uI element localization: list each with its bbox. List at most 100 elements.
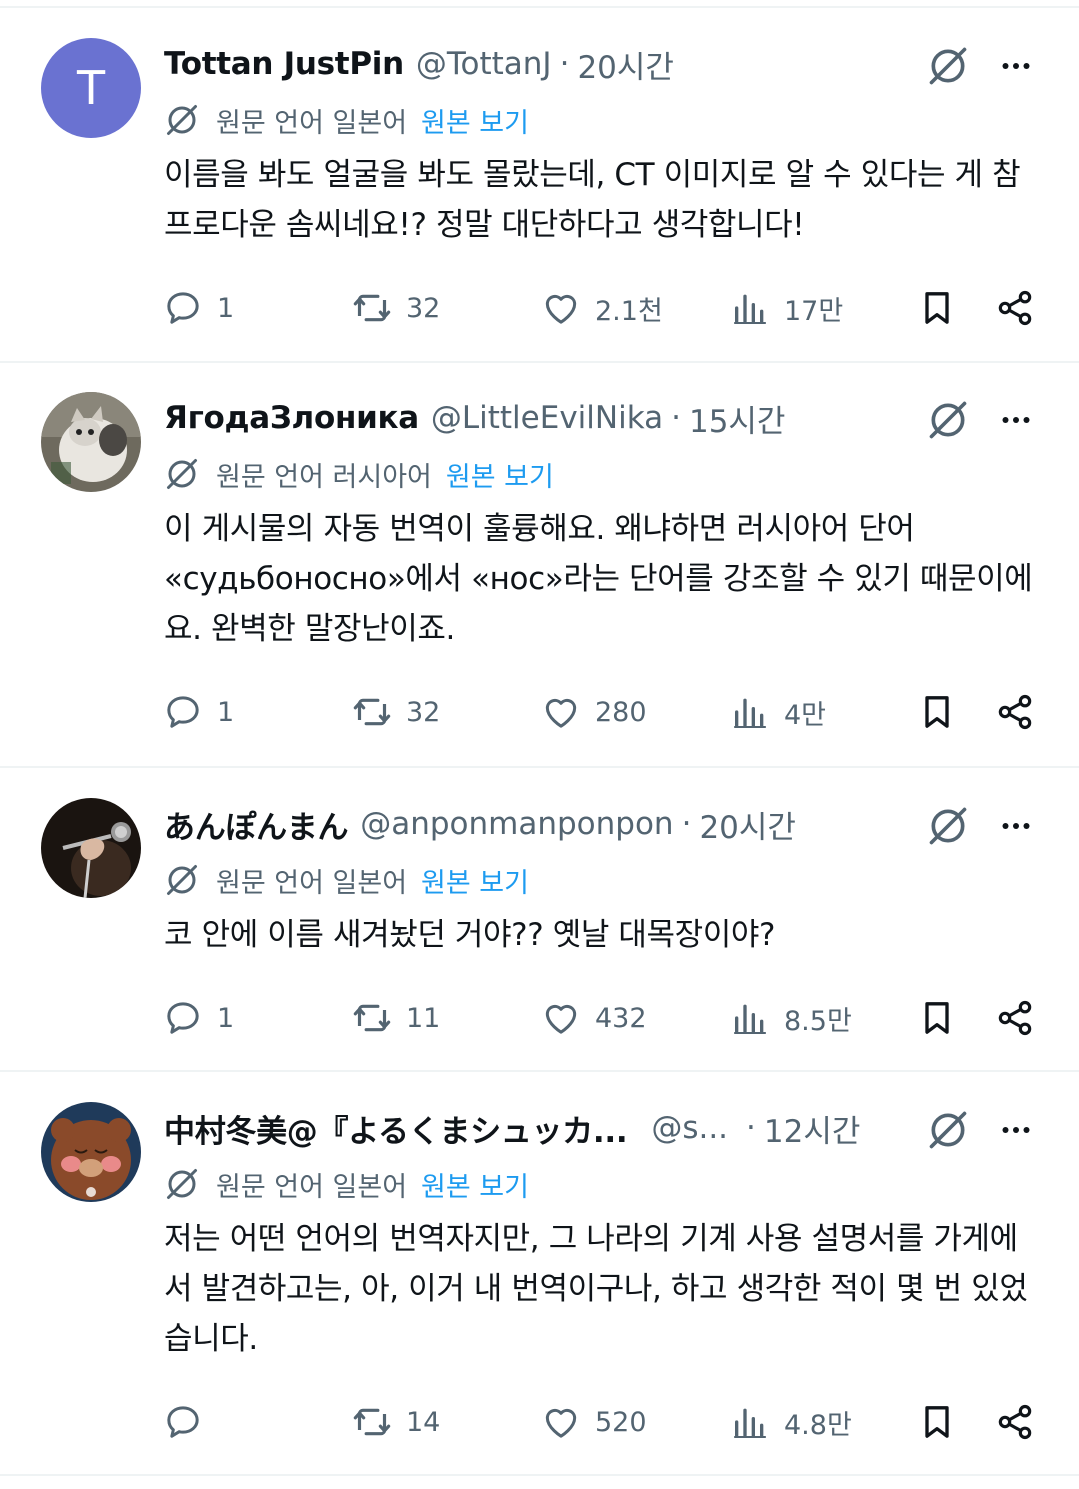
more-icon[interactable] xyxy=(996,402,1036,438)
views-button[interactable]: 17만 xyxy=(730,283,843,333)
separator: · xyxy=(746,1110,756,1146)
translate-icon xyxy=(164,862,200,898)
views-button[interactable]: 4만 xyxy=(730,687,826,737)
original-language-label: 원문 언어 일본어 xyxy=(216,1171,408,1203)
share-icon[interactable] xyxy=(995,692,1035,732)
translation-bar: 원문 언어 일본어 원본 보기 xyxy=(164,860,529,900)
display-name[interactable]: Tottan JustPin xyxy=(164,46,404,82)
more-icon[interactable] xyxy=(996,48,1036,84)
reply-button[interactable]: 1 xyxy=(163,687,234,737)
view-original-link[interactable]: 원본 보기 xyxy=(421,861,529,900)
views-icon xyxy=(730,288,770,328)
display-name[interactable]: 中村冬美@『よるくまシュッカ... xyxy=(164,1106,628,1151)
view-original-link[interactable]: 원본 보기 xyxy=(446,455,554,494)
translation-bar: 원문 언어 일본어 원본 보기 xyxy=(164,100,529,140)
reply-button[interactable] xyxy=(163,1397,217,1447)
display-name[interactable]: ЯгодаЗлоника xyxy=(164,400,419,436)
user-handle[interactable]: @TottanJ xyxy=(416,46,552,82)
like-count: 280 xyxy=(595,696,647,728)
repost-count: 14 xyxy=(406,1406,441,1438)
repost-icon xyxy=(352,288,392,328)
avatar[interactable] xyxy=(41,1102,141,1202)
timestamp[interactable]: 20시간 xyxy=(699,802,796,847)
timestamp[interactable]: 12시간 xyxy=(764,1106,861,1151)
repost-icon xyxy=(352,692,392,732)
views-icon xyxy=(730,998,770,1038)
share-icon[interactable] xyxy=(995,998,1035,1038)
timestamp[interactable]: 20시간 xyxy=(577,42,674,87)
reply-count: 1 xyxy=(217,292,235,324)
post-divider xyxy=(0,766,1079,768)
translate-icon xyxy=(164,102,200,138)
views-count: 4.8만 xyxy=(784,1409,852,1441)
more-icon[interactable] xyxy=(996,1112,1036,1148)
repost-count: 32 xyxy=(406,292,441,324)
views-button[interactable]: 4.8만 xyxy=(730,1397,852,1447)
share-icon[interactable] xyxy=(995,1402,1035,1442)
like-count: 432 xyxy=(595,1002,647,1034)
bookmark-icon[interactable] xyxy=(917,998,957,1038)
like-icon xyxy=(541,288,581,328)
views-icon xyxy=(730,692,770,732)
post-header: 中村冬美@『よるくまシュッカ... @s... · 12시간 xyxy=(164,1106,860,1150)
reply-button[interactable]: 1 xyxy=(163,283,234,333)
translate-icon xyxy=(164,456,200,492)
avatar[interactable] xyxy=(41,798,141,898)
view-original-link[interactable]: 원본 보기 xyxy=(421,1165,529,1204)
reply-icon xyxy=(163,1402,203,1442)
like-button[interactable]: 2.1천 xyxy=(541,283,663,333)
original-language-label: 원문 언어 러시아어 xyxy=(216,461,432,493)
bookmark-icon[interactable] xyxy=(917,288,957,328)
grok-icon[interactable] xyxy=(926,804,970,848)
user-handle[interactable]: @s... xyxy=(651,1110,728,1146)
separator: · xyxy=(681,806,692,842)
more-icon[interactable] xyxy=(996,808,1036,844)
translate-icon xyxy=(164,1166,200,1202)
views-count: 17만 xyxy=(784,295,844,327)
avatar[interactable]: T xyxy=(41,38,141,138)
post-text: 코 안에 이름 새겨놨던 거야?? 옛날 대목장이야? xyxy=(164,917,776,953)
like-button[interactable]: 520 xyxy=(541,1397,647,1447)
translation-bar: 원문 언어 일본어 원본 보기 xyxy=(164,1164,529,1204)
reply-count: 1 xyxy=(217,1002,235,1034)
like-icon xyxy=(541,692,581,732)
reply-button[interactable]: 1 xyxy=(163,993,234,1043)
bookmark-icon[interactable] xyxy=(917,692,957,732)
action-bar: 1 11 432 8.5만 xyxy=(0,993,1079,1043)
post-header: ЯгодаЗлоника @LittleEvilNika · 15시간 xyxy=(164,396,785,440)
repost-button[interactable]: 32 xyxy=(352,283,440,333)
reply-icon xyxy=(163,288,203,328)
avatar[interactable] xyxy=(41,392,141,492)
like-count: 520 xyxy=(595,1406,647,1438)
repost-button[interactable]: 14 xyxy=(352,1397,440,1447)
bookmark-icon[interactable] xyxy=(917,1402,957,1442)
like-icon xyxy=(541,998,581,1038)
user-handle[interactable]: @anponmanponpon xyxy=(360,806,673,842)
reply-icon xyxy=(163,998,203,1038)
original-language-label: 원문 언어 일본어 xyxy=(216,867,408,899)
separator: · xyxy=(559,46,570,82)
grok-icon[interactable] xyxy=(926,398,970,442)
view-original-link[interactable]: 원본 보기 xyxy=(421,101,529,140)
reply-count: 1 xyxy=(217,696,235,728)
repost-button[interactable]: 32 xyxy=(352,687,440,737)
post-header: Tottan JustPin @TottanJ · 20시간 xyxy=(164,42,674,86)
timestamp[interactable]: 15시간 xyxy=(689,396,786,441)
user-handle[interactable]: @LittleEvilNika xyxy=(431,400,663,436)
like-button[interactable]: 280 xyxy=(541,687,647,737)
original-language-label: 원문 언어 일본어 xyxy=(216,107,408,139)
action-bar: 14 520 4.8만 xyxy=(0,1397,1079,1447)
repost-count: 11 xyxy=(406,1002,441,1034)
grok-icon[interactable] xyxy=(926,44,970,88)
share-icon[interactable] xyxy=(995,288,1035,328)
grok-icon[interactable] xyxy=(926,1108,970,1152)
action-bar: 1 32 2.1천 17만 xyxy=(0,283,1079,333)
repost-button[interactable]: 11 xyxy=(352,993,440,1043)
views-button[interactable]: 8.5만 xyxy=(730,993,852,1043)
display-name[interactable]: あんぽんまん xyxy=(164,802,349,847)
reply-icon xyxy=(163,692,203,732)
views-icon xyxy=(730,1402,770,1442)
post-divider xyxy=(0,1474,1079,1476)
action-bar: 1 32 280 4만 xyxy=(0,687,1079,737)
like-button[interactable]: 432 xyxy=(541,993,647,1043)
